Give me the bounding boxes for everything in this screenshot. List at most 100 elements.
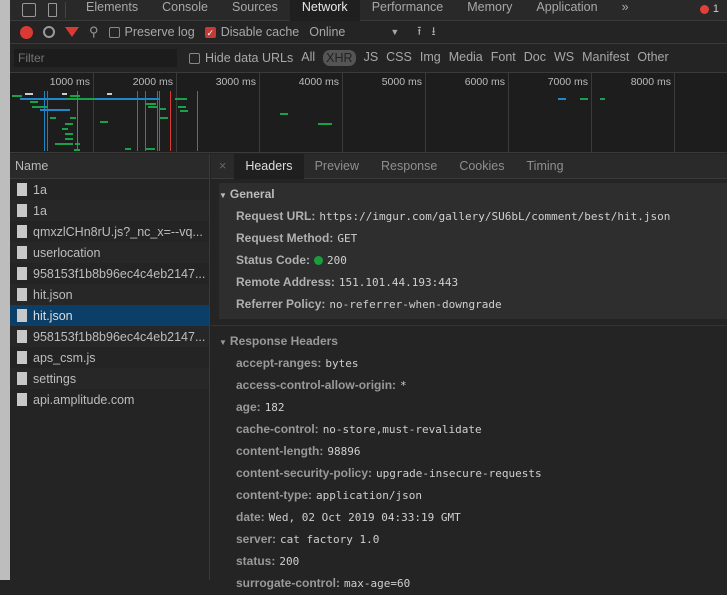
timeline-event-marker [47,91,48,151]
timeline-tick-label: 3000 ms [215,76,256,88]
header-row: access-control-allow-origin: * [219,374,727,396]
details-tabs: × Headers Preview Response Cookies Timin… [211,153,727,179]
network-overview-timeline[interactable]: 1000 ms 2000 ms 3000 ms 4000 ms 5000 ms 6000 … [10,73,727,153]
search-icon[interactable]: ⚲ [89,24,99,40]
header-value: application/json [316,489,422,502]
hide-data-urls-checkbox[interactable]: Hide data URLs [189,51,293,65]
error-counter[interactable]: 1 [699,3,719,15]
type-filter-font[interactable]: Font [491,50,516,66]
request-row[interactable]: hit.json [10,305,209,326]
record-icon[interactable] [20,25,33,39]
header-name: status: [236,554,276,568]
filter-icon[interactable] [65,27,79,37]
header-value: 200 [327,254,347,267]
request-timing-bar [175,98,187,100]
checkbox[interactable] [108,26,120,38]
request-row[interactable]: api.amplitude.com [10,389,209,410]
header-value: bytes [325,357,359,370]
tab-preview[interactable]: Preview [304,154,370,179]
header-row: status: 200 [219,550,727,572]
tab-memory[interactable]: Memory [455,0,524,21]
tab-network[interactable]: Network [289,0,360,21]
tab-application[interactable]: Application [524,0,609,21]
header-value: no-referrer-when-downgrade [329,298,502,311]
request-timing-bar [65,123,73,125]
general-section-toggle[interactable]: ▼ General [219,183,727,205]
timeline-event-marker [170,91,171,151]
error-count: 1 [712,3,719,15]
type-filter-xhr[interactable]: XHR [323,50,356,66]
filter-input[interactable] [14,49,177,67]
file-icon [17,246,27,259]
request-row[interactable]: 958153f1b8b96ec4c4eb2147... [10,326,209,347]
header-row: content-length: 98896 [219,440,727,462]
network-toolbar: ⚲ Preserve log ✓ Disable cache Online ▼ ⭱ … [10,21,727,44]
tab-sources[interactable]: Sources [220,0,290,21]
file-icon [17,393,27,406]
preserve-log-checkbox[interactable]: Preserve log [108,25,195,39]
type-filter-media[interactable]: Media [449,50,483,66]
request-row[interactable]: hit.json [10,284,209,305]
type-filter-manifest[interactable]: Manifest [582,50,629,66]
tab-timing[interactable]: Timing [516,154,575,179]
timeline-event-marker [145,91,146,151]
type-filter-img[interactable]: Img [420,50,441,66]
checkbox[interactable] [189,52,200,64]
request-timing-bar [100,121,108,123]
request-row[interactable]: 1a [10,200,209,221]
request-row[interactable]: 958153f1b8b96ec4c4eb2147... [10,263,209,284]
response-headers-toggle[interactable]: ▼ Response Headers [219,330,727,352]
header-value: 151.101.44.193:443 [338,276,459,289]
request-row[interactable]: aps_csm.js [10,347,209,368]
close-details-icon[interactable]: × [211,159,234,173]
import-har-icon[interactable]: ⭱ [417,22,421,43]
tab-performance[interactable]: Performance [360,0,456,21]
type-filter-ws[interactable]: WS [554,50,574,66]
clear-icon[interactable] [43,26,55,38]
tab-cookies[interactable]: Cookies [448,154,515,179]
tab-elements[interactable]: Elements [74,0,150,21]
request-name: hit.json [33,308,73,323]
inspect-element-icon[interactable] [22,3,36,17]
request-timing-bar [125,148,131,150]
request-timing-bar [558,98,566,100]
type-filter-css[interactable]: CSS [386,50,412,66]
header-name: surrogate-control: [236,576,341,590]
request-timing-bar [70,117,76,119]
header-row: surrogate-control: max-age=60 [219,572,727,594]
type-filter-all[interactable]: All [301,50,315,66]
header-name: Request URL: [236,209,316,223]
export-har-icon[interactable]: ⭳ [431,22,435,43]
request-row[interactable]: 1a [10,179,209,200]
type-filter-js[interactable]: JS [364,50,379,66]
type-filter-doc[interactable]: Doc [524,50,546,66]
timeline-gridline [425,73,426,152]
type-filter-other[interactable]: Other [637,50,668,66]
tab-console[interactable]: Console [150,0,220,21]
name-column-header[interactable]: Name [10,154,209,179]
header-value: 200 [279,555,300,568]
tab-response[interactable]: Response [370,154,448,179]
request-row[interactable]: settings [10,368,209,389]
header-name: Remote Address: [236,275,335,289]
request-row[interactable]: userlocation [10,242,209,263]
request-timing-bar [318,123,332,125]
request-timing-bar [180,110,188,112]
request-row[interactable]: qmxzlCHn8rU.js?_nc_x=--vq... [10,221,209,242]
request-name: 1a [33,182,47,197]
more-tabs-button[interactable]: » [610,0,641,21]
file-icon [17,183,27,196]
tab-headers[interactable]: Headers [234,153,304,179]
request-name: api.amplitude.com [33,392,135,407]
checkbox-checked[interactable]: ✓ [204,26,216,38]
request-timing-bar [55,143,73,145]
request-timing-bar [107,93,112,95]
header-value: 98896 [327,445,361,458]
page-edge [0,0,10,580]
throttle-select[interactable]: Online ▼ [309,25,399,39]
device-toolbar-icon[interactable] [48,3,57,17]
general-section: ▼ General Request URL: https://imgur.com/g… [219,183,727,319]
timeline-tick-label: 8000 ms [630,76,671,88]
header-row: server: cat factory 1.0 [219,528,727,550]
disable-cache-checkbox[interactable]: ✓ Disable cache [204,25,299,39]
